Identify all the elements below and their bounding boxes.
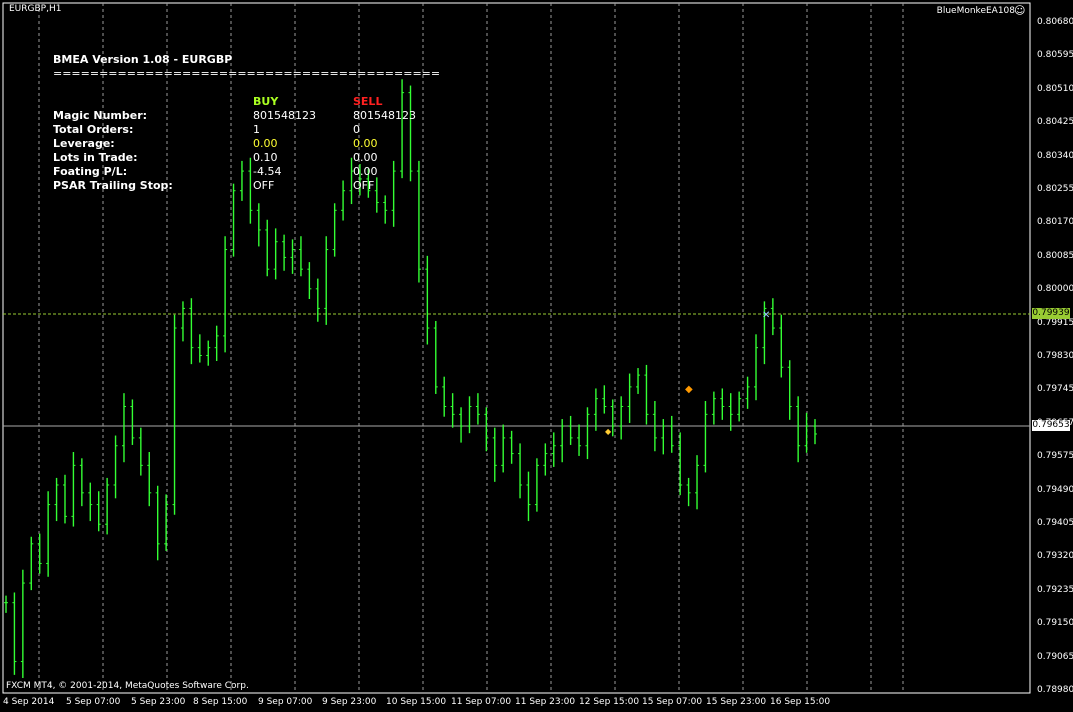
time-tick-label: 8 Sep 15:00: [193, 697, 248, 707]
price-tick-label: 0.79830: [1037, 351, 1073, 361]
trade-arrow-icon: ◆: [605, 427, 612, 436]
price-tick-label: 0.80425: [1037, 117, 1073, 128]
price-tick-label: 0.80510: [1037, 83, 1073, 94]
time-tick-label: 5 Sep 07:00: [66, 697, 121, 707]
ea-name-label: BlueMonkeEA108: [936, 6, 1015, 16]
hud-row-buy: 0.10: [253, 151, 278, 164]
trade-arrow-icon: ◆: [685, 384, 693, 395]
plot-border: [2, 2, 1031, 694]
hud-row-buy: OFF: [253, 179, 275, 192]
time-tick-label: 9 Sep 07:00: [258, 697, 313, 707]
hud-row-sell: 0.00: [353, 165, 378, 178]
trade-marker-icon: ✕: [762, 310, 770, 321]
price-tick-label: 0.80255: [1037, 184, 1073, 194]
hud-row-label: Leverage:: [53, 137, 115, 150]
hud-row-label: Magic Number:: [53, 109, 148, 122]
hud-row-buy: 1: [253, 123, 260, 136]
hud-row-sell: 0.00: [353, 137, 378, 150]
price-tick-label: 0.78980: [1037, 685, 1073, 695]
price-tick-label: 0.79235: [1037, 584, 1073, 595]
hud-buy-header: BUY: [253, 95, 279, 108]
price-tick-label: 0.79490: [1037, 484, 1073, 495]
price-tick-label: 0.79150: [1037, 618, 1073, 629]
bid-price-badge: 0.79653: [1032, 420, 1070, 431]
hud-row-label: Lots in Trade:: [53, 151, 138, 164]
time-tick-label: 4 Sep 2014: [3, 697, 55, 707]
time-tick-label: 15 Sep 23:00: [706, 697, 767, 707]
chart-canvas[interactable]: ◆ ✕ ◆: [0, 0, 1073, 712]
time-tick-label: 10 Sep 15:00: [386, 697, 447, 707]
price-tick-label: 0.80170: [1037, 217, 1073, 228]
hud-row-buy: -4.54: [253, 165, 282, 178]
price-tick-label: 0.79320: [1037, 551, 1073, 562]
hud-row-buy: 801548123: [253, 109, 316, 122]
price-tick-label: 0.80680: [1037, 17, 1073, 27]
price-tick-label: 0.79745: [1037, 384, 1073, 395]
price-tick-label: 0.80000: [1037, 284, 1073, 295]
hud-sell-header: SELL: [353, 95, 383, 108]
ask-price-badge: 0.79939: [1032, 308, 1070, 319]
hud-row-label: Foating P/L:: [53, 165, 128, 178]
hud-row-buy: 0.00: [253, 137, 278, 150]
time-tick-label: 15 Sep 07:00: [642, 697, 703, 707]
price-tick-label: 0.80595: [1037, 50, 1073, 61]
price-tick-label: 0.79915: [1037, 317, 1073, 328]
price-tick-label: 0.79405: [1037, 518, 1073, 528]
copyright-text: FXCM MT4, © 2001-2014, MetaQuotes Softwa…: [6, 681, 249, 691]
chart-window[interactable]: ◆ ✕ ◆ EURGBP,H1 BlueMonkeEA108 ☺ BMEA Vers…: [0, 0, 1073, 712]
hud-row-label: Total Orders:: [53, 123, 134, 136]
time-tick-label: 11 Sep 07:00: [451, 697, 512, 707]
hud-row-sell: OFF: [353, 179, 375, 192]
price-tick-label: 0.80340: [1037, 150, 1073, 161]
hud-row-sell: 0.00: [353, 151, 378, 164]
time-tick-label: 5 Sep 23:00: [131, 697, 186, 707]
time-tick-label: 9 Sep 23:00: [322, 697, 377, 707]
time-tick-label: 11 Sep 23:00: [515, 697, 576, 707]
price-tick-label: 0.80085: [1037, 250, 1073, 261]
hud-separator: ========================================…: [53, 67, 441, 80]
hud-row-label: PSAR Trailing Stop:: [53, 179, 173, 192]
hud-row-sell: 801548123: [353, 109, 416, 122]
time-tick-label: 16 Sep 15:00: [770, 697, 831, 707]
hud-title: BMEA Version 1.08 - EURGBP: [53, 53, 233, 66]
time-tick-label: 12 Sep 15:00: [579, 697, 640, 707]
symbol-label: EURGBP,H1: [9, 4, 62, 14]
price-tick-label: 0.79575: [1037, 451, 1073, 462]
hud-row-sell: 0: [353, 123, 360, 136]
price-tick-label: 0.79065: [1037, 651, 1073, 662]
smiley-icon: ☺: [1014, 4, 1026, 17]
